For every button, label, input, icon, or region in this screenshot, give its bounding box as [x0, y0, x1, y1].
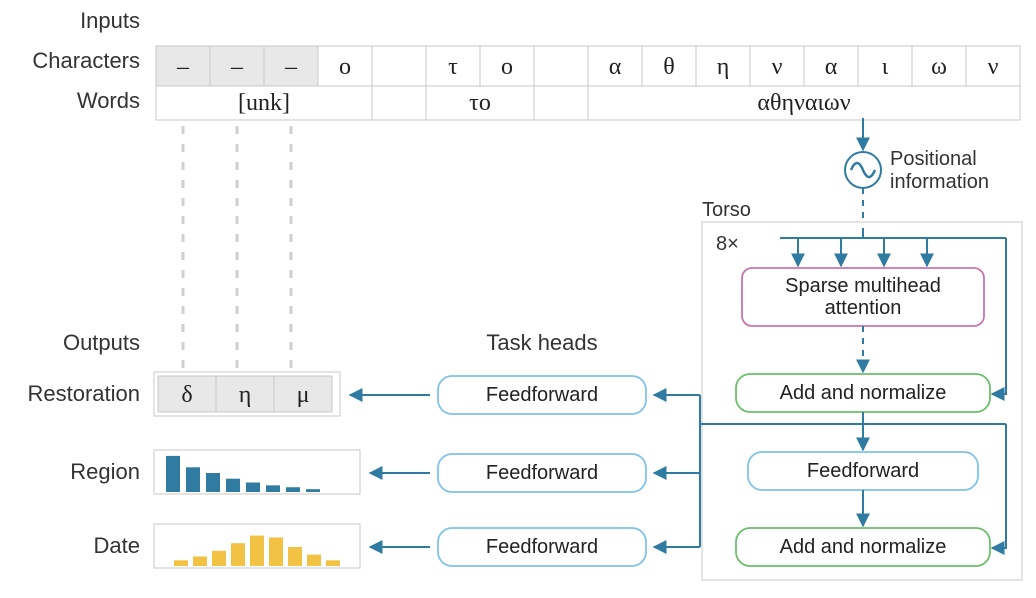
region-bar — [226, 479, 240, 492]
words-row: [unk] το αθηναιων — [156, 86, 1020, 120]
region-bar — [246, 483, 260, 493]
date-bar — [250, 536, 264, 566]
inputs-label: Inputs — [80, 8, 140, 33]
word-cell-text: αθηναιων — [757, 90, 850, 116]
char-cell-text: ω — [931, 54, 947, 80]
outputs-label: Outputs — [63, 330, 140, 355]
word-cell — [534, 86, 588, 120]
date-bar — [193, 557, 207, 567]
task-head-date-text: Feedforward — [486, 536, 598, 558]
region-bar — [286, 487, 300, 492]
words-label: Words — [77, 88, 140, 113]
char-cell-text: – — [284, 54, 298, 80]
torso-label: Torso — [702, 199, 751, 221]
positional-label-1: Positional — [890, 148, 977, 170]
region-row-label: Region — [70, 459, 140, 484]
date-bar — [288, 547, 302, 566]
char-cell-text: – — [230, 54, 244, 80]
task-head-region: Feedforward — [438, 454, 646, 492]
word-cell — [372, 86, 426, 120]
char-cell — [534, 46, 588, 86]
word-cell-text: [unk] — [238, 90, 290, 116]
region-bar — [266, 485, 280, 492]
char-cell-text: ο — [339, 54, 351, 80]
restoration-cell-text: η — [239, 382, 252, 408]
date-bar — [212, 551, 226, 566]
region-bar — [306, 489, 320, 492]
region-bar — [206, 473, 220, 492]
torso-addnorm-2-text: Add and normalize — [780, 536, 947, 558]
char-cell-text: θ — [663, 54, 675, 80]
date-bar — [326, 560, 340, 566]
date-bar — [307, 555, 321, 566]
date-bar — [269, 538, 283, 567]
task-head-region-text: Feedforward — [486, 462, 598, 484]
restoration-output: δημ — [158, 376, 332, 412]
char-cell-text: ι — [882, 54, 889, 80]
torso-feedforward-text: Feedforward — [807, 460, 919, 482]
torso-attention-text-1: Sparse multihead — [785, 275, 941, 297]
char-cell-text: α — [825, 54, 838, 80]
characters-row: –––οτοαθηναιων — [156, 46, 1020, 86]
date-bar — [174, 560, 188, 566]
restoration-cell-text: δ — [181, 382, 192, 408]
torso-attention-text-2: attention — [825, 297, 902, 319]
region-bar — [166, 456, 180, 492]
restoration-row-label: Restoration — [27, 381, 140, 406]
torso-repeat-label: 8× — [716, 233, 739, 255]
characters-label: Characters — [32, 48, 140, 73]
date-row-label: Date — [94, 533, 140, 558]
char-cell-text: ν — [772, 54, 783, 80]
char-cell-text: η — [717, 54, 730, 80]
char-cell-text: ο — [501, 54, 513, 80]
task-head-restoration: Feedforward — [438, 376, 646, 414]
region-bar — [186, 467, 200, 492]
positional-label-2: information — [890, 171, 989, 193]
torso-addnorm-1-text: Add and normalize — [780, 382, 947, 404]
char-cell — [372, 46, 426, 86]
word-cell-text: το — [469, 90, 491, 116]
char-cell-text: τ — [448, 54, 458, 80]
restoration-cell-text: μ — [297, 382, 310, 408]
char-cell-text: α — [609, 54, 622, 80]
char-cell-text: ν — [988, 54, 999, 80]
unk-dashed-connectors — [183, 126, 291, 368]
task-head-restoration-text: Feedforward — [486, 384, 598, 406]
task-heads-label: Task heads — [486, 330, 597, 355]
task-head-date: Feedforward — [438, 528, 646, 566]
date-bar — [231, 543, 245, 566]
char-cell-text: – — [176, 54, 190, 80]
